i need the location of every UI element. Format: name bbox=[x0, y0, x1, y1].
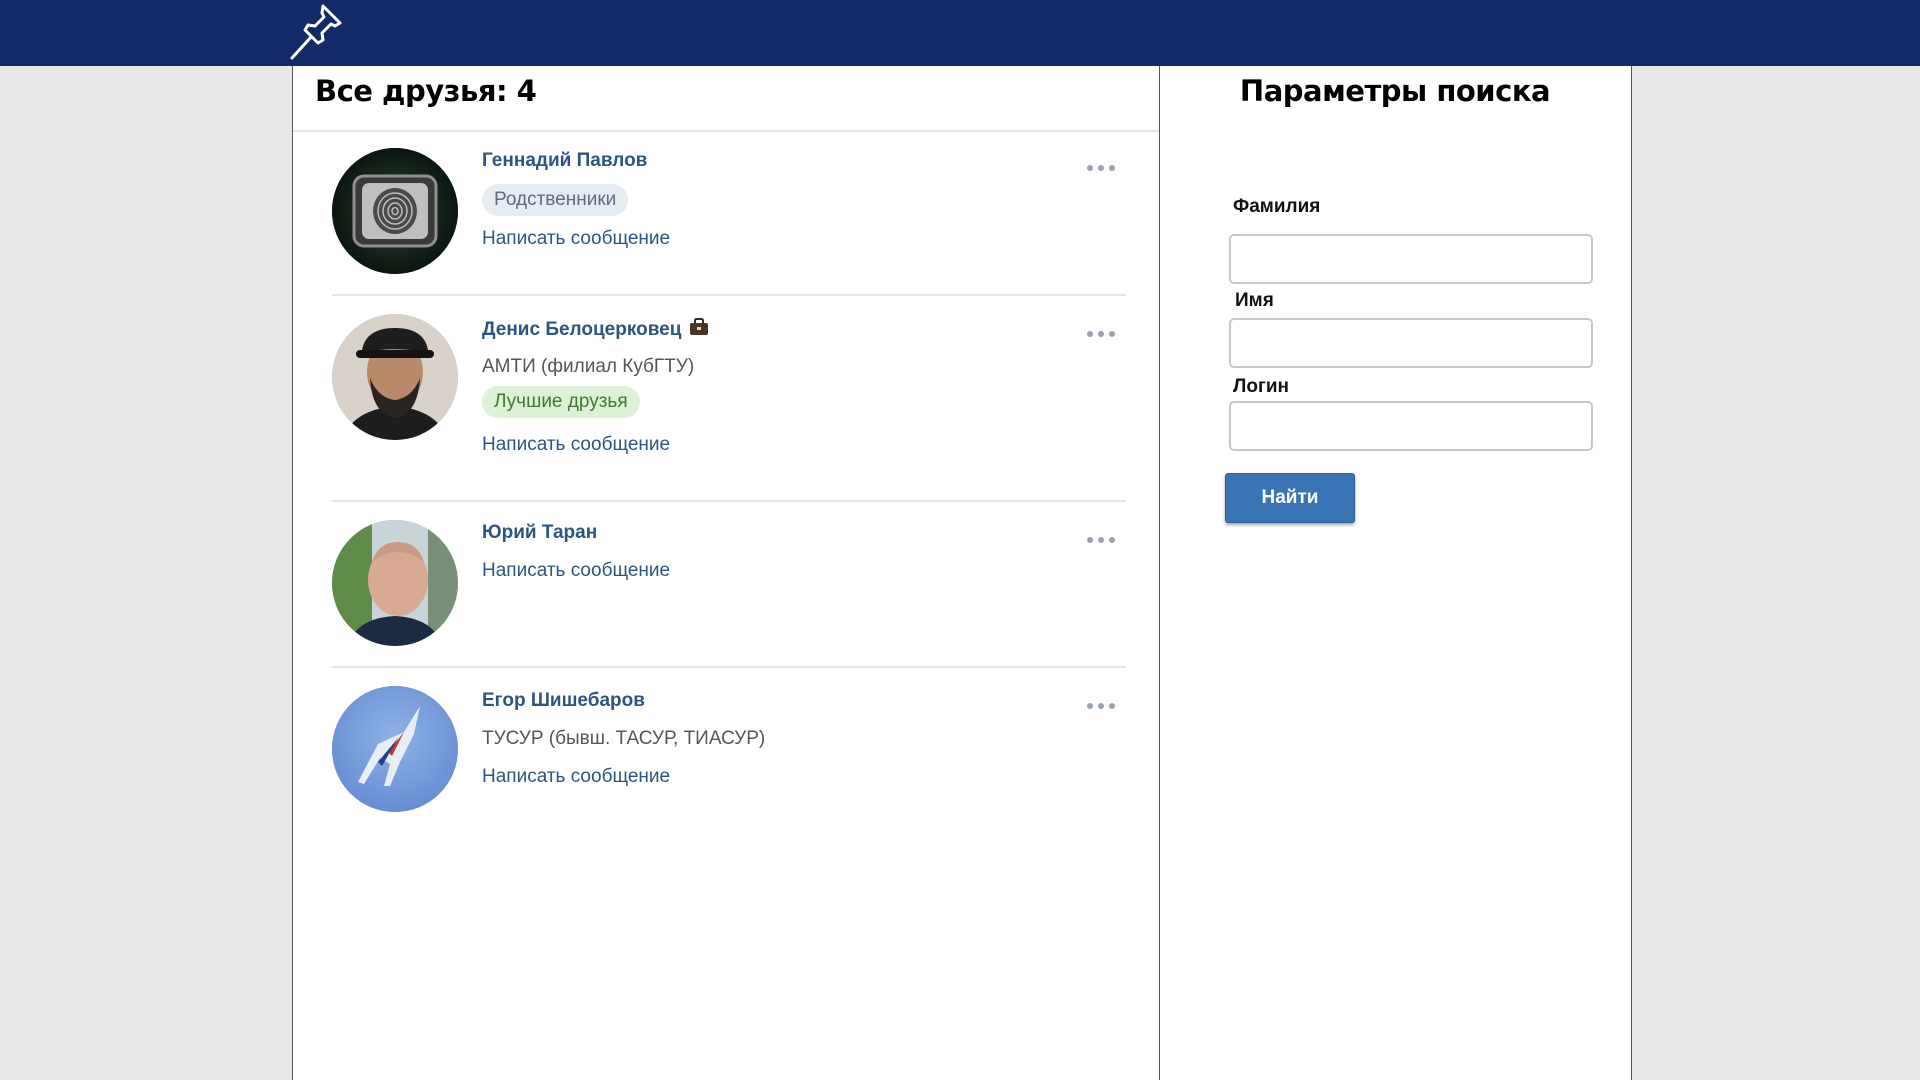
send-message-link[interactable]: Написать сообщение bbox=[482, 766, 670, 788]
friend-list-tag[interactable]: Лучшие друзья bbox=[482, 386, 640, 418]
name-label: Имя bbox=[1235, 290, 1274, 311]
friend-name[interactable]: Денис Белоцерковец bbox=[482, 318, 709, 341]
avatar[interactable] bbox=[332, 314, 458, 440]
person-photo-icon bbox=[332, 314, 458, 440]
friend-item: Юрий Таран Написать сообщение bbox=[332, 504, 1126, 668]
surname-input[interactable] bbox=[1229, 234, 1593, 284]
more-options-icon[interactable] bbox=[1084, 532, 1118, 548]
send-message-link[interactable]: Написать сообщение bbox=[482, 228, 670, 250]
pushpin-icon[interactable] bbox=[288, 2, 346, 62]
friend-name-text[interactable]: Денис Белоцерковец bbox=[482, 319, 681, 340]
friend-university: ТУСУР (бывш. ТАСУР, ТИАСУР) bbox=[482, 728, 766, 749]
name-input[interactable] bbox=[1229, 318, 1593, 368]
send-message-link[interactable]: Написать сообщение bbox=[482, 434, 670, 456]
friend-university: АМТИ (филиал КубГТУ) bbox=[482, 356, 695, 377]
login-input[interactable] bbox=[1229, 401, 1593, 451]
top-bar bbox=[0, 0, 1920, 66]
search-panel: Параметры поиска Фамилия Имя Логин Найти bbox=[1160, 66, 1632, 1080]
avatar[interactable] bbox=[332, 148, 458, 274]
more-options-icon[interactable] bbox=[1084, 160, 1118, 176]
more-options-icon[interactable] bbox=[1084, 698, 1118, 714]
friend-list-tag[interactable]: Родственники bbox=[482, 184, 629, 216]
friend-name[interactable]: Егор Шишебаров bbox=[482, 690, 645, 712]
friends-list: Геннадий Павлов Родственники Написать со… bbox=[292, 66, 1160, 1080]
surname-label: Фамилия bbox=[1233, 196, 1321, 217]
friend-item: Денис Белоцерковец АМТИ (филиал КубГТУ) … bbox=[332, 298, 1126, 502]
send-message-link[interactable]: Написать сообщение bbox=[482, 560, 670, 582]
avatar[interactable] bbox=[332, 520, 458, 646]
person-photo-icon bbox=[332, 520, 458, 646]
friend-item: Егор Шишебаров ТУСУР (бывш. ТАСУР, ТИАСУ… bbox=[332, 670, 1126, 834]
friend-name[interactable]: Геннадий Павлов bbox=[482, 150, 647, 172]
login-label: Логин bbox=[1233, 376, 1290, 397]
more-options-icon[interactable] bbox=[1084, 326, 1118, 342]
briefcase-icon bbox=[690, 318, 709, 335]
friend-item: Геннадий Павлов Родственники Написать со… bbox=[332, 132, 1126, 296]
search-params-title: Параметры поиска bbox=[1239, 74, 1551, 108]
fingerprint-icon bbox=[332, 148, 458, 274]
jet-photo-icon bbox=[332, 686, 458, 812]
find-button[interactable]: Найти bbox=[1225, 473, 1355, 523]
avatar[interactable] bbox=[332, 686, 458, 812]
friend-name[interactable]: Юрий Таран bbox=[482, 522, 597, 544]
